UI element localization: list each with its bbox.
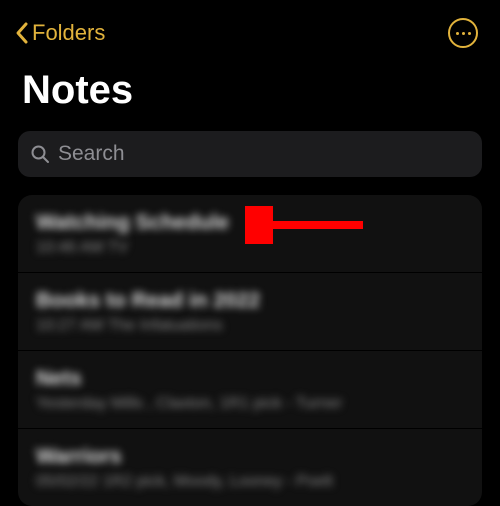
search-icon (30, 144, 50, 164)
back-label: Folders (32, 20, 105, 46)
note-title: Books to Read in 2022 (36, 289, 464, 313)
note-item[interactable]: Watching Schedule 10:46 AM TV (18, 195, 482, 273)
note-item[interactable]: Books to Read in 2022 10:27 AM The Infat… (18, 273, 482, 351)
ellipsis-icon (456, 32, 471, 35)
notes-list: Watching Schedule 10:46 AM TV Books to R… (18, 195, 482, 506)
chevron-left-icon (14, 21, 30, 45)
search-input[interactable]: Search (18, 131, 482, 177)
note-subtitle: 10:46 AM TV (36, 239, 464, 257)
note-title: Warriors (36, 445, 464, 469)
header: Folders (0, 0, 500, 58)
note-item[interactable]: Nets Yesterday Mills , Claxton, 1R1 pick… (18, 351, 482, 429)
note-title: Nets (36, 367, 464, 391)
page-title: Notes (0, 58, 500, 131)
note-item[interactable]: Warriors 05/02/22 1R2 pick, Moody, Loone… (18, 429, 482, 506)
more-button[interactable] (448, 18, 478, 48)
back-button[interactable]: Folders (14, 20, 105, 46)
note-subtitle: Yesterday Mills , Claxton, 1R1 pick - Tu… (36, 395, 464, 413)
note-subtitle: 10:27 AM The Infatuations (36, 317, 464, 335)
search-placeholder: Search (58, 142, 125, 166)
note-title: Watching Schedule (36, 211, 464, 235)
note-subtitle: 05/02/22 1R2 pick, Moody, Looney - Poelt (36, 473, 464, 491)
